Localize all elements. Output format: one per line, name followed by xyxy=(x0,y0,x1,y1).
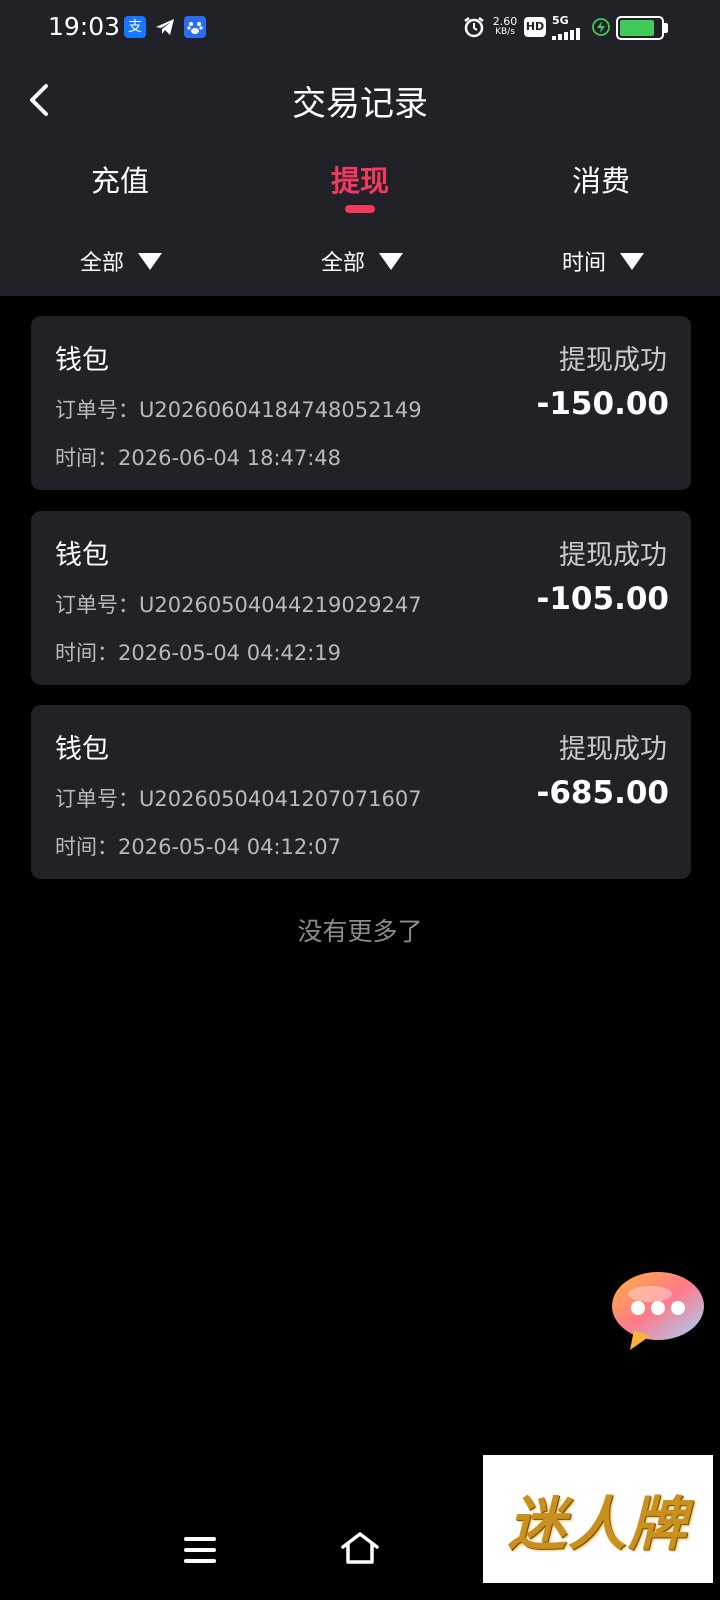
alarm-icon xyxy=(462,15,486,39)
net-speed-value: 2.60 xyxy=(492,15,518,28)
baidu-icon xyxy=(184,16,206,38)
watermark-text: 迷人牌 xyxy=(507,1490,688,1558)
home-button[interactable] xyxy=(340,1530,380,1566)
net-speed-unit: KB/s xyxy=(495,27,515,37)
filter-status-dropdown[interactable]: 全部 xyxy=(321,246,404,276)
triangle-down-icon xyxy=(379,252,404,270)
telegram-icon xyxy=(154,16,176,38)
menu-button[interactable] xyxy=(184,1537,216,1565)
no-more-text: 没有更多了 xyxy=(297,917,423,946)
transaction-source: 钱包 xyxy=(55,345,109,376)
status-time: 19:03 xyxy=(48,12,121,41)
transaction-status: 提现成功 xyxy=(559,345,667,376)
chat-bubble-button[interactable] xyxy=(610,1268,708,1354)
battery-icon xyxy=(616,16,664,40)
chat-bubble-icon xyxy=(612,1272,704,1350)
filter-time-label: 时间 xyxy=(562,251,607,276)
order-number: 订单号：U20260604184748052149 xyxy=(55,398,422,422)
hd-badge: HD xyxy=(524,17,546,37)
filter-time-dropdown[interactable]: 时间 xyxy=(562,246,645,276)
transaction-card[interactable]: 钱包 提现成功 订单号：U20260504044219029247 -105.0… xyxy=(31,511,691,685)
transaction-card[interactable]: 钱包 提现成功 订单号：U20260604184748052149 -150.0… xyxy=(31,316,691,490)
transaction-source: 钱包 xyxy=(55,540,109,571)
tab-recharge[interactable]: 充值 xyxy=(40,158,200,200)
tab-withdraw[interactable]: 提现 xyxy=(280,158,440,200)
transaction-time: 时间：2026-06-04 18:47:48 xyxy=(55,446,342,470)
triangle-down-icon xyxy=(138,252,163,270)
transaction-source: 钱包 xyxy=(55,734,109,765)
watermark-logo: 迷人牌 xyxy=(483,1455,713,1583)
transaction-time: 时间：2026-05-04 04:12:07 xyxy=(55,835,342,859)
tab-consume[interactable]: 消费 xyxy=(521,158,681,200)
tab-active-indicator xyxy=(345,205,375,213)
filter-type-dropdown[interactable]: 全部 xyxy=(80,246,163,276)
alipay-icon: 支 xyxy=(124,16,146,38)
transaction-status: 提现成功 xyxy=(559,540,667,571)
signal-icon: 5G xyxy=(552,14,588,40)
triangle-down-icon xyxy=(620,252,645,270)
network-type: 5G xyxy=(552,14,569,27)
status-bar: 19:03 支 2.60 KB/s HD 5G xyxy=(0,0,720,60)
charging-icon xyxy=(592,18,610,36)
page-title: 交易记录 xyxy=(292,84,428,124)
transaction-amount: -150.00 xyxy=(536,386,670,422)
transaction-status: 提现成功 xyxy=(559,734,667,765)
home-icon xyxy=(341,1532,379,1564)
net-speed: 2.60 KB/s xyxy=(492,16,518,38)
order-number: 订单号：U20260504041207071607 xyxy=(55,787,422,811)
order-number: 订单号：U20260504044219029247 xyxy=(55,593,422,617)
transaction-time: 时间：2026-05-04 04:42:19 xyxy=(55,641,342,665)
transaction-card[interactable]: 钱包 提现成功 订单号：U20260504041207071607 -685.0… xyxy=(31,705,691,879)
transaction-amount: -105.00 xyxy=(536,581,670,617)
battery-level xyxy=(620,20,654,36)
filter-type-label: 全部 xyxy=(80,251,125,276)
filter-status-label: 全部 xyxy=(321,251,366,276)
transaction-amount: -685.00 xyxy=(536,775,670,811)
